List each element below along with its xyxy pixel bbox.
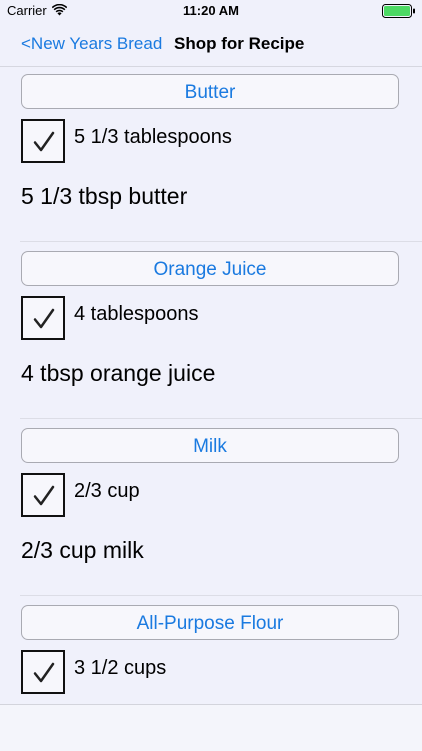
ingredient-section-orange-juice: Orange Juice 4 tablespoons 4 tbsp orange…	[0, 244, 422, 419]
back-button[interactable]: <New Years Bread	[21, 34, 162, 54]
ingredient-summary-butter: 5 1/3 tbsp butter	[21, 183, 188, 209]
checkmark-icon	[33, 662, 55, 683]
bottom-toolbar	[0, 704, 422, 751]
section-divider	[20, 595, 422, 596]
battery-icon	[382, 4, 415, 18]
ingredient-summary-milk: 2/3 cup milk	[21, 537, 144, 563]
section-divider	[20, 241, 422, 242]
ingredient-list[interactable]: Butter 5 1/3 tablespoons 5 1/3 tbsp butt…	[0, 67, 422, 704]
ingredient-checkbox-milk[interactable]	[21, 473, 65, 517]
ingredient-button-milk[interactable]: Milk	[21, 428, 399, 463]
checkmark-icon	[33, 485, 55, 506]
ingredient-summary-orange-juice: 4 tbsp orange juice	[21, 360, 216, 386]
ingredient-checkbox-all-purpose-flour[interactable]	[21, 650, 65, 694]
ingredient-amount-all-purpose-flour: 3 1/2 cups	[74, 657, 167, 679]
section-divider	[20, 418, 422, 419]
ingredient-amount-milk: 2/3 cup	[74, 480, 140, 502]
checkmark-icon	[33, 308, 55, 329]
status-time: 11:20 AM	[183, 3, 239, 18]
page-title: Shop for Recipe	[174, 34, 305, 53]
ingredient-section-butter: Butter 5 1/3 tablespoons 5 1/3 tbsp butt…	[0, 67, 422, 242]
ingredient-section-all-purpose-flour: All-Purpose Flour 3 1/2 cups	[0, 598, 422, 704]
status-bar: Carrier 11:20 AM	[0, 0, 422, 22]
ingredient-amount-orange-juice: 4 tablespoons	[74, 303, 199, 325]
ingredient-checkbox-orange-juice[interactable]	[21, 296, 65, 340]
ingredient-amount-butter: 5 1/3 tablespoons	[74, 126, 232, 148]
ingredient-button-all-purpose-flour[interactable]: All-Purpose Flour	[21, 605, 399, 640]
ingredient-checkbox-butter[interactable]	[21, 119, 65, 163]
navigation-bar: <New Years Bread Shop for Recipe	[0, 22, 422, 67]
ingredient-button-orange-juice[interactable]: Orange Juice	[21, 251, 399, 286]
checkmark-icon	[33, 131, 55, 152]
ingredient-button-butter[interactable]: Butter	[21, 74, 399, 109]
ingredient-section-milk: Milk 2/3 cup 2/3 cup milk	[0, 421, 422, 596]
